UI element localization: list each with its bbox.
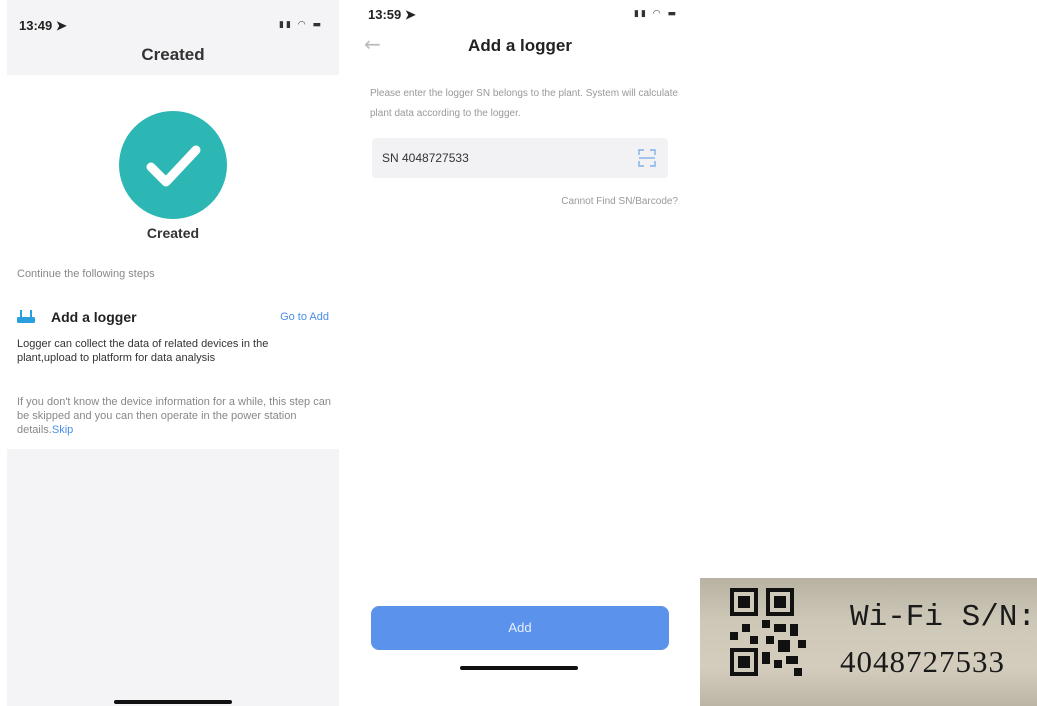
device-label-photo: Wi-Fi S/N: 4048727533 <box>700 578 1037 706</box>
location-icon: ➤ <box>404 7 416 22</box>
status-time: 13:59 ➤ <box>368 7 416 22</box>
page-title: Created <box>141 45 205 64</box>
wifi-sn-number: 4048727533 <box>840 644 1005 679</box>
add-button[interactable]: Add <box>371 606 669 650</box>
wifi-sn-label: Wi-Fi S/N: <box>850 600 1037 635</box>
add-logger-screen: 13:59 ➤ ▮▮ ◠ ▬ ← Add a logger Please ent… <box>360 0 690 706</box>
qr-code-icon <box>730 588 806 676</box>
status-indicators-icon: ▮▮ ◠ ▬ <box>634 9 678 19</box>
sn-input[interactable]: SN 4048727533 <box>372 138 668 178</box>
add-logger-step: Add a logger Go to Add <box>17 307 329 327</box>
add-logger-title: Add a logger <box>51 309 137 325</box>
created-header: 13:49 ➤ ▮▮ ◠ ▬ Created <box>7 0 339 75</box>
home-indicator[interactable] <box>460 666 578 670</box>
logger-description: Logger can collect the data of related d… <box>17 338 269 364</box>
continue-steps-text: Continue the following steps <box>17 268 155 280</box>
location-icon: ➤ <box>55 18 67 33</box>
sn-input-value: SN 4048727533 <box>382 151 469 165</box>
scan-icon[interactable] <box>636 147 658 169</box>
success-label: Created <box>146 225 200 241</box>
skip-link[interactable]: Skip <box>52 424 73 436</box>
created-content: Created Continue the following steps Add… <box>7 75 339 449</box>
success-check-icon <box>119 111 227 219</box>
home-indicator[interactable] <box>114 700 232 704</box>
page-title: Add a logger <box>468 36 572 55</box>
created-screen: 13:49 ➤ ▮▮ ◠ ▬ Created Created Continue … <box>7 0 339 706</box>
go-to-add-link[interactable]: Go to Add <box>280 311 329 323</box>
status-indicators-icon: ▮▮ ◠ ▬ <box>279 20 323 30</box>
cannot-find-sn-link[interactable]: Cannot Find SN/Barcode? <box>561 196 678 207</box>
skip-note: If you don't know the device information… <box>17 395 333 437</box>
logger-router-icon <box>17 310 35 323</box>
status-time: 13:49 ➤ <box>19 18 67 33</box>
sn-hint-text: Please enter the logger SN belongs to th… <box>370 88 678 119</box>
